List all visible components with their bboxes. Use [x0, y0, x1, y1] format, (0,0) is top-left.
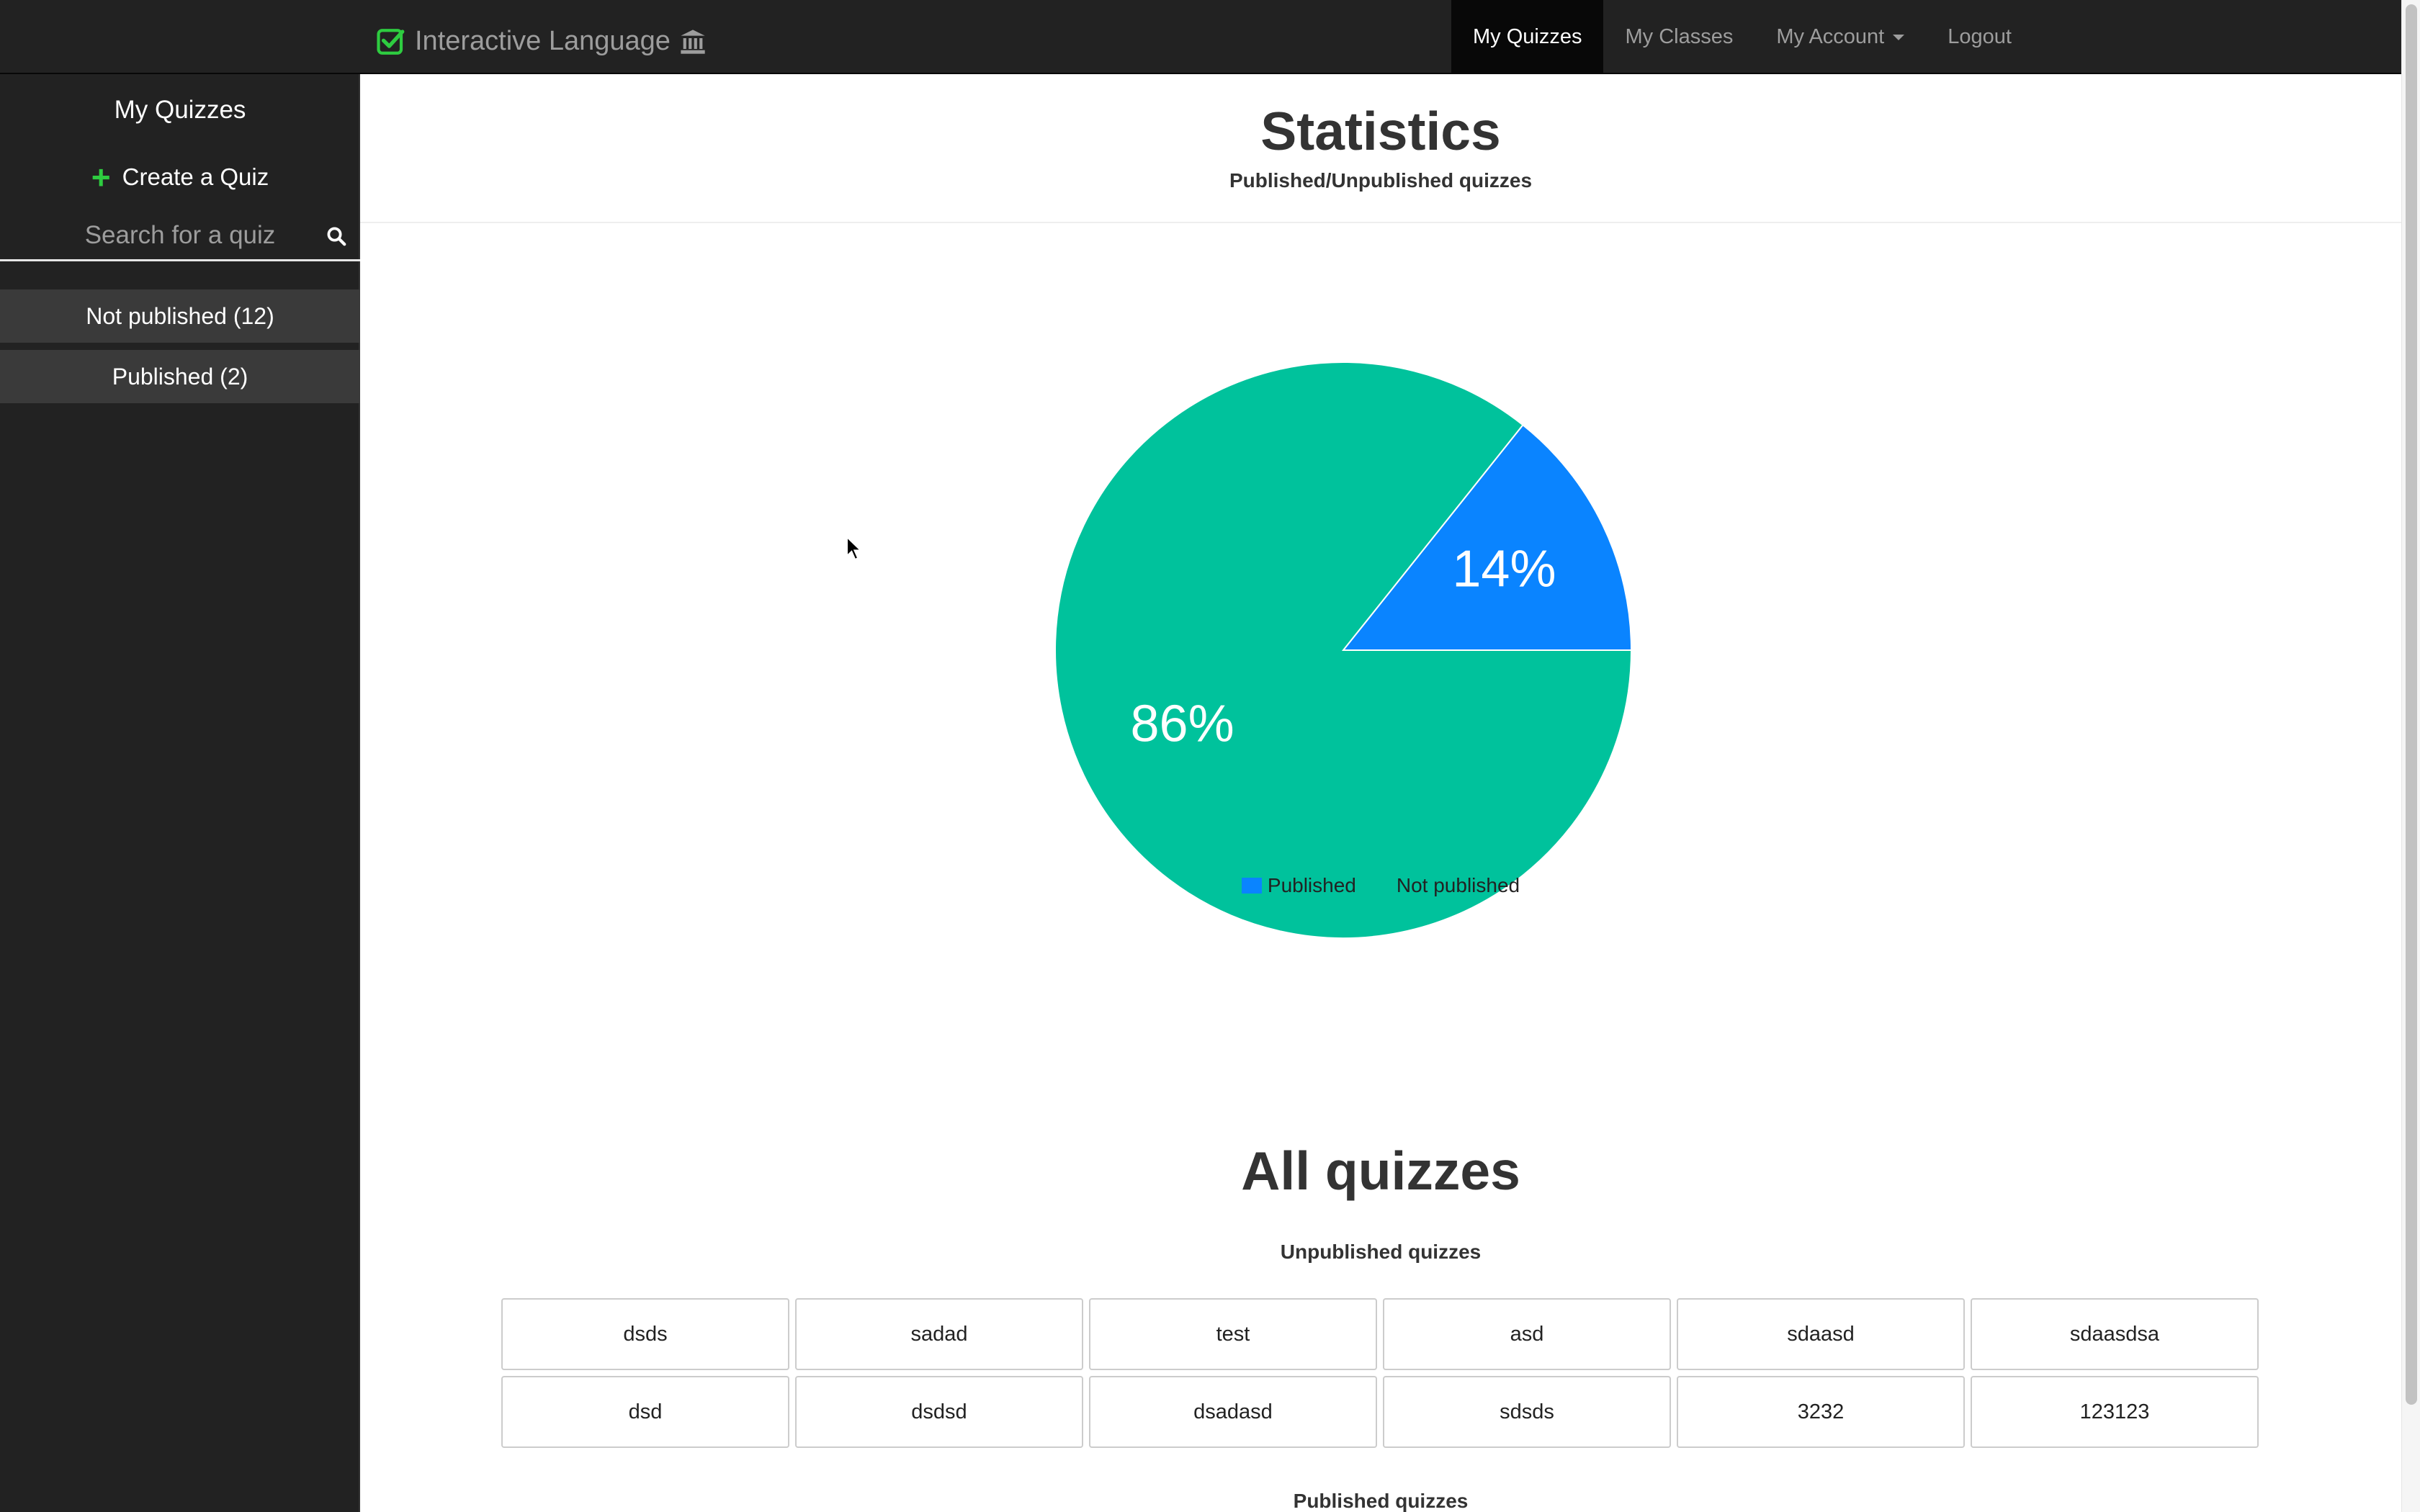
chart-legend: Published Not published	[360, 874, 2401, 897]
nav-menu: My Quizzes My Classes My Account Logout	[1451, 0, 2033, 74]
search-input[interactable]	[36, 212, 324, 258]
quiz-card[interactable]: 3232	[1677, 1376, 1965, 1448]
mouse-cursor-icon	[846, 536, 863, 561]
brand-link[interactable]: Interactive Language	[376, 26, 708, 57]
quiz-card[interactable]: dsadasd	[1089, 1376, 1377, 1448]
top-navbar: Interactive Language My Quizzes My Class…	[0, 0, 2401, 74]
legend-label-published: Published	[1267, 874, 1356, 896]
scrollbar[interactable]	[2401, 0, 2420, 1512]
bank-icon	[681, 29, 705, 54]
filter-published-button[interactable]: Published (2)	[0, 350, 360, 403]
search-bar	[0, 212, 360, 261]
filter-published-label: Published (2)	[112, 363, 248, 390]
scrollbar-thumb[interactable]	[2406, 4, 2417, 1405]
divider	[360, 222, 2401, 223]
nav-my-quizzes[interactable]: My Quizzes	[1451, 0, 1604, 74]
create-quiz-label: Create a Quiz	[122, 163, 269, 190]
brand-name: Interactive Language	[415, 26, 671, 56]
nav-my-classes[interactable]: My Classes	[1603, 0, 1754, 74]
quiz-card[interactable]: dsdsd	[795, 1376, 1083, 1448]
quiz-card[interactable]: sdsds	[1383, 1376, 1671, 1448]
unpublished-heading: Unpublished quizzes	[1280, 1241, 1482, 1263]
filter-not-published-button[interactable]: Not published (12)	[0, 289, 360, 343]
filter-not-published-label: Not published (12)	[86, 302, 274, 329]
quiz-card[interactable]: sadad	[795, 1298, 1083, 1370]
quiz-card[interactable]: sdaasdsa	[1971, 1298, 2259, 1370]
quiz-card[interactable]: dsd	[501, 1376, 789, 1448]
plus-icon: +	[91, 158, 111, 196]
statistics-title: Statistics	[1260, 101, 1501, 161]
quiz-card[interactable]: asd	[1383, 1298, 1671, 1370]
create-quiz-button[interactable]: + Create a Quiz	[0, 161, 360, 194]
nav-my-account-label: My Account	[1776, 25, 1885, 48]
unpublished-quiz-grid: dsds sadad test asd sdaasd sdaasdsa dsd dsdsd ds…	[501, 1298, 2260, 1448]
legend-item-published[interactable]: Published	[1241, 874, 1356, 897]
sidebar: My Quizzes + Create a Quiz Not published…	[0, 74, 360, 1512]
main-content: Statistics Published/Unpublished quizzes…	[360, 74, 2401, 1512]
pie-label-not-published: 86%	[1131, 696, 1234, 753]
statistics-subtitle: Published/Unpublished quizzes	[1229, 169, 1533, 192]
quiz-card[interactable]: test	[1089, 1298, 1377, 1370]
legend-item-not-published[interactable]: Not published	[1370, 874, 1520, 897]
legend-swatch-not-published	[1370, 878, 1391, 894]
nav-my-quizzes-label: My Quizzes	[1473, 25, 1582, 48]
nav-logout-label: Logout	[1948, 25, 2012, 48]
nav-logout[interactable]: Logout	[1926, 0, 2033, 74]
quiz-card[interactable]: 123123	[1971, 1376, 2259, 1448]
legend-label-not-published: Not published	[1396, 874, 1520, 896]
caret-down-icon	[1893, 34, 1905, 40]
all-quizzes-title: All quizzes	[1241, 1140, 1520, 1201]
quiz-card[interactable]: dsds	[501, 1298, 789, 1370]
sidebar-title: My Quizzes	[114, 96, 246, 124]
search-icon[interactable]	[326, 225, 347, 247]
nav-my-account-dropdown[interactable]: My Account	[1754, 0, 1926, 74]
published-heading: Published quizzes	[1293, 1490, 1469, 1512]
check-square-icon	[377, 28, 405, 55]
legend-swatch-published	[1241, 878, 1262, 894]
nav-my-classes-label: My Classes	[1625, 25, 1734, 48]
quiz-card[interactable]: sdaasd	[1677, 1298, 1965, 1370]
pie-label-published: 14%	[1452, 540, 1556, 598]
